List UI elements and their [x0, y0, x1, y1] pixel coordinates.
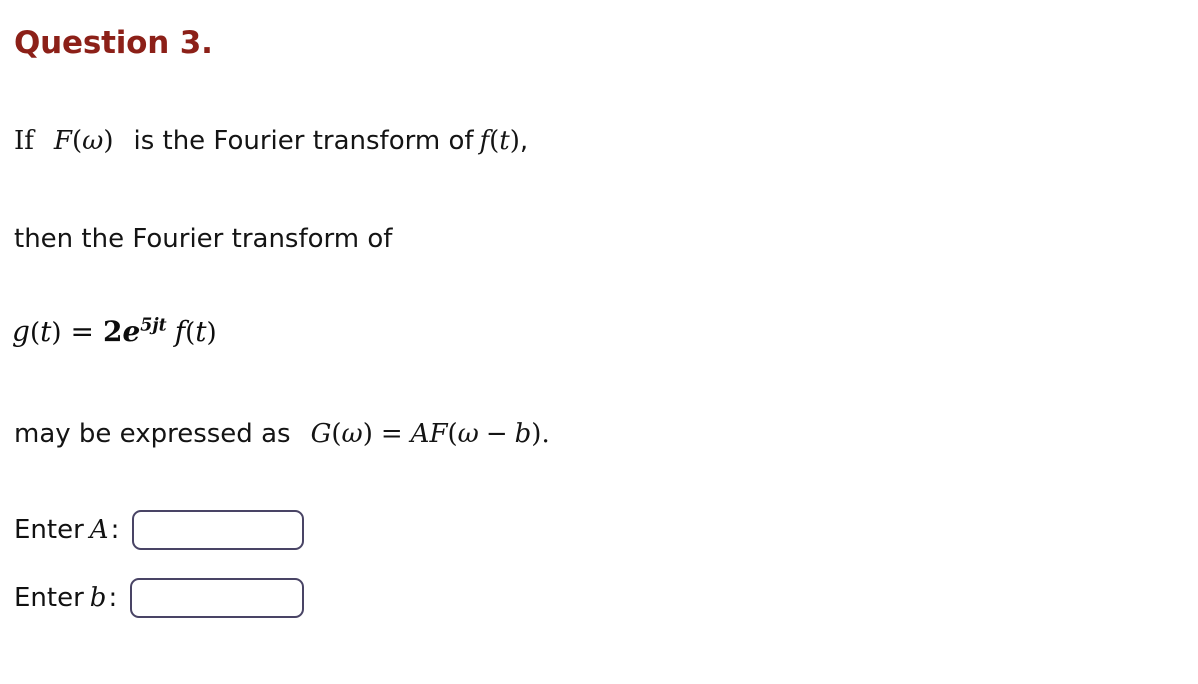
paren-close: )	[206, 318, 217, 348]
paren-close: )	[51, 318, 62, 348]
eq-factor-name: f	[174, 315, 186, 348]
answer-symbol-A: A	[89, 515, 109, 545]
math-minus: −	[485, 419, 508, 449]
math-G-name: G	[310, 419, 332, 449]
page-title: Question 3.	[14, 25, 213, 61]
paren-open: (	[489, 126, 500, 156]
question-page: Question 3. If F(ω) is the Fourier transfo…	[0, 0, 1198, 684]
answer-colon: :	[108, 583, 118, 613]
paren-close: )	[531, 419, 542, 449]
statement-line4-text: may be expressed as	[14, 419, 291, 449]
eq-exponent: 5jt	[140, 315, 167, 336]
paren-close: )	[103, 126, 114, 156]
math-F-arg: ω	[82, 126, 104, 156]
display-equation: g(t) = 2e5jt f(t)	[12, 312, 217, 353]
statement-line-4: may be expressed as G(ω) = AF(ω − b).	[14, 417, 550, 451]
answer-symbol-b: b	[89, 583, 107, 613]
paren-close: )	[362, 419, 373, 449]
answer-label-A: Enter A:	[14, 515, 119, 545]
eq-exp-base: e	[122, 315, 141, 348]
answer-label-prefix: Enter	[14, 515, 84, 545]
answer-colon: :	[110, 515, 120, 545]
answer-label-prefix: Enter	[14, 583, 84, 613]
paren-open: (	[185, 318, 196, 348]
eq-lhs-arg: t	[40, 315, 52, 348]
math-F-symbol: F	[429, 419, 448, 449]
statement-lead-if: If	[14, 126, 34, 156]
statement-line-1: If F(ω) is the Fourier transform of f(t),	[14, 124, 528, 158]
math-A-symbol: A	[410, 419, 430, 449]
math-G-arg: ω	[341, 419, 363, 449]
math-inner-arg: ω	[457, 419, 479, 449]
answer-row-A: Enter A:	[14, 510, 305, 550]
math-f-arg: t	[499, 126, 510, 156]
answer-input-A[interactable]	[132, 510, 305, 550]
paren-open: (	[71, 126, 83, 156]
paren-close: )	[509, 126, 520, 156]
eq-equals: =	[70, 315, 94, 348]
math-b-symbol: b	[514, 419, 532, 449]
paren-open: (	[447, 419, 458, 449]
statement-line1-comma: ,	[519, 126, 529, 156]
result-period: .	[541, 419, 550, 449]
answer-input-b[interactable]	[130, 578, 305, 618]
paren-open: (	[331, 419, 342, 449]
statement-mid-text: is the Fourier transform of	[133, 126, 474, 156]
eq-lhs-name: g	[12, 315, 30, 348]
eq-coefficient: 2	[102, 315, 123, 348]
math-F-name: F	[53, 126, 72, 156]
math-f-name: f	[479, 126, 490, 156]
eq-factor-arg: t	[195, 315, 207, 348]
paren-open: (	[29, 318, 41, 348]
statement-line-2: then the Fourier transform of	[14, 224, 393, 254]
answer-row-b: Enter b:	[14, 578, 305, 618]
answer-label-b: Enter b:	[14, 583, 117, 613]
result-equals: =	[380, 419, 403, 449]
